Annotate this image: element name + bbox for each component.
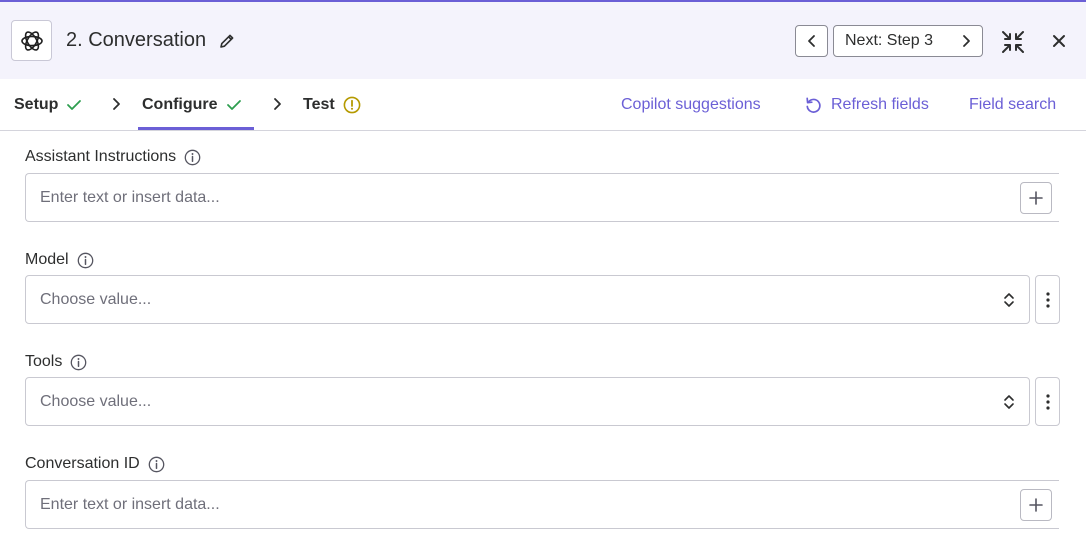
chevron-up-down-icon	[1004, 395, 1014, 409]
active-tab-indicator	[138, 127, 254, 130]
next-step-button[interactable]: Next: Step 3	[833, 25, 983, 57]
tab-label: Configure	[142, 96, 218, 113]
next-step-label: Next: Step 3	[845, 32, 934, 49]
field-label-text: Model	[25, 251, 69, 268]
vertical-dots-icon	[1045, 393, 1050, 410]
field-label-text: Conversation ID	[25, 455, 140, 472]
step-tabs-bar: Setup Configure Test Copilot suggestions	[0, 79, 1086, 131]
tab-label: Test	[303, 96, 335, 113]
refresh-fields-link[interactable]: Refresh fields	[804, 79, 929, 131]
checkmark-icon	[66, 98, 82, 112]
tools-select[interactable]: Choose value...	[25, 377, 1030, 426]
previous-step-button[interactable]	[795, 25, 828, 57]
select-placeholder: Choose value...	[40, 392, 152, 410]
assistant-instructions-input[interactable]: Enter text or insert data...	[25, 173, 1059, 222]
insert-data-button[interactable]	[1020, 182, 1052, 214]
close-icon[interactable]	[1050, 32, 1068, 50]
tools-more-options-button[interactable]	[1035, 377, 1060, 426]
tab-label: Setup	[14, 96, 59, 113]
warning-circle-icon	[343, 96, 361, 114]
chevron-up-down-icon	[1004, 293, 1014, 307]
field-search-link[interactable]: Field search	[969, 79, 1056, 131]
field-label-text: Assistant Instructions	[25, 148, 177, 165]
input-placeholder: Enter text or insert data...	[40, 495, 220, 513]
input-placeholder: Enter text or insert data...	[40, 188, 220, 206]
tab-setup[interactable]: Setup	[14, 79, 82, 131]
refresh-icon	[806, 97, 821, 113]
model-select[interactable]: Choose value...	[25, 275, 1030, 324]
copilot-suggestions-link[interactable]: Copilot suggestions	[621, 79, 761, 131]
step-title: 2. Conversation	[66, 29, 207, 51]
refresh-fields-label: Refresh fields	[831, 96, 929, 113]
field-label-model: Model	[25, 251, 94, 269]
pencil-icon[interactable]	[218, 32, 236, 50]
tab-test[interactable]: Test	[303, 79, 361, 131]
field-label-text: Tools	[25, 353, 63, 370]
plus-icon	[1029, 191, 1043, 205]
tab-configure[interactable]: Configure	[142, 79, 242, 131]
model-more-options-button[interactable]	[1035, 275, 1060, 324]
chevron-right-icon	[113, 98, 120, 110]
info-icon[interactable]	[184, 149, 201, 166]
checkmark-icon	[226, 98, 242, 112]
info-icon[interactable]	[77, 252, 94, 269]
conversation-id-input[interactable]: Enter text or insert data...	[25, 480, 1059, 529]
vertical-dots-icon	[1045, 291, 1050, 308]
app-logo	[11, 20, 52, 61]
step-header: 2. Conversation Next: Step 3	[0, 2, 1086, 79]
select-placeholder: Choose value...	[40, 290, 152, 308]
collapse-arrows-icon[interactable]	[1000, 29, 1026, 55]
field-label-tools: Tools	[25, 353, 87, 371]
insert-data-button[interactable]	[1020, 489, 1052, 521]
chevron-right-icon	[274, 98, 281, 110]
chevron-right-icon	[963, 35, 970, 47]
field-label-conversation-id: Conversation ID	[25, 455, 165, 473]
chevron-left-icon	[807, 35, 815, 47]
plus-icon	[1029, 498, 1043, 512]
info-icon[interactable]	[70, 354, 87, 371]
info-icon[interactable]	[148, 456, 165, 473]
openai-logo-icon	[20, 30, 43, 51]
field-label-assistant-instructions: Assistant Instructions	[25, 148, 201, 166]
